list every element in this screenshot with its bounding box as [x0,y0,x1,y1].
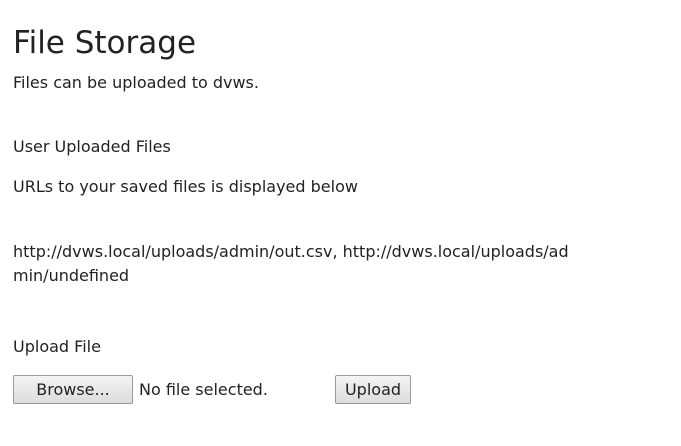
upload-button[interactable]: Upload [335,375,411,404]
page-subtitle: Files can be uploaded to dvws. [13,73,259,92]
browse-button[interactable]: Browse... [13,375,133,404]
upload-file-heading: Upload File [13,337,101,356]
uploaded-file-urls: http://dvws.local/uploads/admin/out.csv,… [13,242,569,285]
file-selection-status: No file selected. [139,380,268,399]
uploaded-files-note: URLs to your saved files is displayed be… [13,177,358,196]
uploaded-files-heading: User Uploaded Files [13,137,171,156]
upload-form: Browse... No file selected. Upload [13,375,433,404]
file-storage-page: File Storage Files can be uploaded to dv… [0,0,681,446]
page-title: File Storage [13,25,197,61]
